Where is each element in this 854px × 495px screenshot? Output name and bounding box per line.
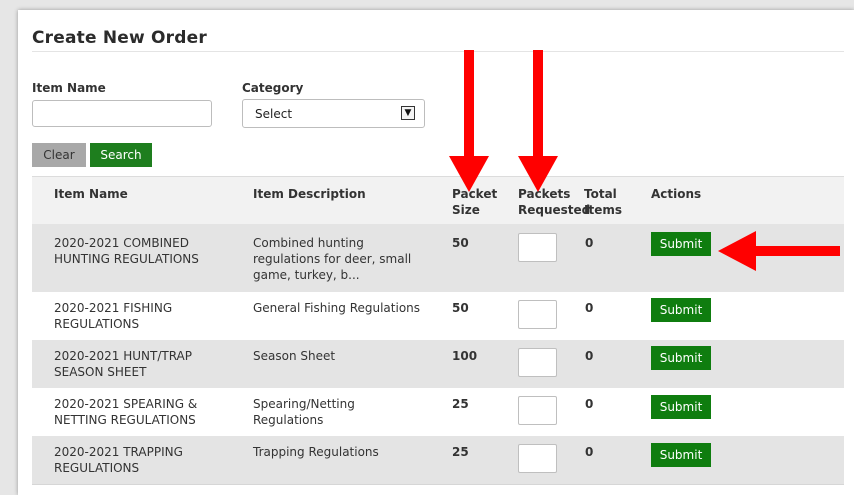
row-total-items: 0 xyxy=(585,301,594,315)
submit-button[interactable]: Submit xyxy=(651,298,711,322)
row-item-name-line2: HUNTING REGULATIONS xyxy=(54,252,199,266)
row-description-line1: Season Sheet xyxy=(253,349,336,363)
header-packet-size-line1: Packet xyxy=(452,187,498,201)
header-item-name: Item Name xyxy=(54,187,128,201)
table-header: Item Name Item Description Packet Size P… xyxy=(32,176,844,226)
item-name-input[interactable] xyxy=(32,100,212,127)
row-total-items: 0 xyxy=(585,445,594,459)
submit-button[interactable]: Submit xyxy=(651,443,711,467)
packets-requested-input[interactable] xyxy=(518,233,557,262)
header-packets-requested-line1: Packets xyxy=(518,187,571,201)
search-button[interactable]: Search xyxy=(90,143,152,167)
row-item-name-line2: SEASON SHEET xyxy=(54,365,147,379)
row-packet-size: 25 xyxy=(452,397,469,411)
row-description-line2: Regulations xyxy=(253,413,324,427)
row-description-line1: Spearing/Netting xyxy=(253,397,355,411)
row-item-name-line1: 2020-2021 SPEARING & xyxy=(54,397,198,411)
packets-requested-input[interactable] xyxy=(518,444,557,473)
header-actions: Actions xyxy=(651,187,702,201)
table-row: 2020-2021 FISHING REGULATIONS General Fi… xyxy=(32,292,844,341)
page-background: Create New Order Item Name Category Sele… xyxy=(0,0,854,495)
row-item-name-line1: 2020-2021 TRAPPING xyxy=(54,445,183,459)
chevron-down-icon[interactable]: ▼ xyxy=(401,106,415,120)
row-item-name-line1: 2020-2021 COMBINED xyxy=(54,236,189,250)
header-item-description: Item Description xyxy=(253,187,366,201)
category-select[interactable]: Select ▼ xyxy=(242,99,425,128)
page-title: Create New Order xyxy=(32,28,207,48)
row-description-line1: Combined hunting xyxy=(253,236,364,250)
packets-requested-input[interactable] xyxy=(518,396,557,425)
order-panel: Create New Order Item Name Category Sele… xyxy=(18,10,854,495)
header-total-items-line2: Items xyxy=(584,203,622,217)
row-packet-size: 50 xyxy=(452,236,469,250)
clear-button[interactable]: Clear xyxy=(32,143,86,167)
packets-requested-input[interactable] xyxy=(518,348,557,377)
category-selected-value: Select xyxy=(255,107,293,121)
row-item-name-line2: REGULATIONS xyxy=(54,461,140,475)
row-item-name-line2: REGULATIONS xyxy=(54,317,140,331)
row-packet-size: 50 xyxy=(452,301,469,315)
item-name-label: Item Name xyxy=(32,81,106,95)
row-item-name-line1: 2020-2021 FISHING xyxy=(54,301,173,315)
row-total-items: 0 xyxy=(585,236,594,250)
header-total-items-line1: Total xyxy=(584,187,617,201)
table-row: 2020-2021 COMBINED HUNTING REGULATIONS C… xyxy=(32,224,844,293)
row-packet-size: 25 xyxy=(452,445,469,459)
row-description-line2: regulations for deer, small xyxy=(253,252,412,266)
row-description-line3: game, turkey, b... xyxy=(253,268,360,282)
category-label: Category xyxy=(242,81,304,95)
row-item-name-line2: NETTING REGULATIONS xyxy=(54,413,196,427)
submit-button[interactable]: Submit xyxy=(651,395,711,419)
table-row: 2020-2021 TRAPPING REGULATIONS Trapping … xyxy=(32,436,844,485)
packets-requested-input[interactable] xyxy=(518,300,557,329)
title-divider xyxy=(32,51,844,52)
submit-button[interactable]: Submit xyxy=(651,232,711,256)
row-item-name-line1: 2020-2021 HUNT/TRAP xyxy=(54,349,193,363)
row-packet-size: 100 xyxy=(452,349,478,363)
submit-button[interactable]: Submit xyxy=(651,346,711,370)
table-row: 2020-2021 HUNT/TRAP SEASON SHEET Season … xyxy=(32,340,844,389)
header-packet-size-line2: Size xyxy=(452,203,480,217)
table-row: 2020-2021 SPEARING & NETTING REGULATIONS… xyxy=(32,388,844,437)
row-description-line1: General Fishing Regulations xyxy=(253,301,421,315)
header-packets-requested-line2: Requested xyxy=(518,203,591,217)
row-description-line1: Trapping Regulations xyxy=(253,445,379,459)
row-total-items: 0 xyxy=(585,349,594,363)
row-total-items: 0 xyxy=(585,397,594,411)
